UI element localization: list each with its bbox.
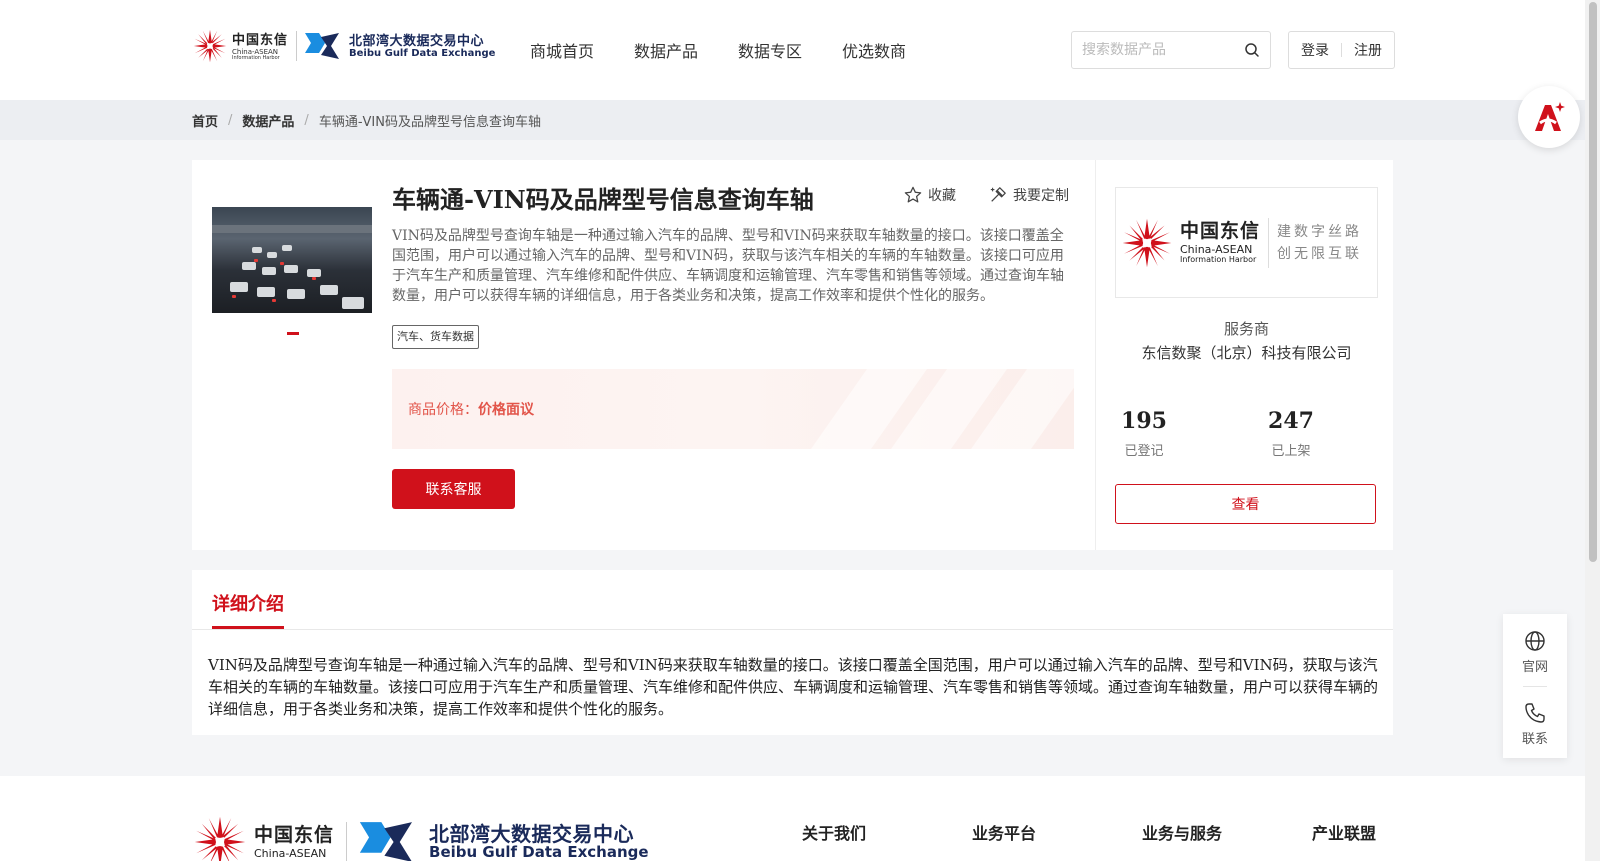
footer-logo-cn: 中国东信 xyxy=(254,823,335,846)
product-title: 车辆通-VIN码及品牌型号信息查询车轴 xyxy=(392,185,814,214)
image-indicator[interactable] xyxy=(287,332,299,335)
breadcrumb-data-products[interactable]: 数据产品 xyxy=(242,111,294,130)
vendor-logo-divider xyxy=(1268,217,1270,268)
scrollbar-thumb[interactable] xyxy=(1589,2,1597,562)
vendor-logo-en-sub: Information Harbor xyxy=(1180,254,1257,264)
login-link[interactable]: 登录 xyxy=(1301,40,1329,60)
logo-bg-en: Beibu Gulf Data Exchange xyxy=(349,48,496,60)
main-nav: 商城首页 数据产品 数据专区 优选数商 xyxy=(530,38,906,62)
customize-icon xyxy=(990,187,1006,202)
site-logo[interactable]: 中国东信 China-ASEAN Information Harbor 北部湾大… xyxy=(192,28,495,64)
product-description: VIN码及品牌型号查询车轴是一种通过输入汽车的品牌、型号和VIN码来获取车轴数量… xyxy=(392,228,1064,304)
logo-divider xyxy=(296,31,298,61)
bg-exchange-logo-icon xyxy=(305,33,340,59)
search-input[interactable] xyxy=(1082,42,1242,58)
logo-bg-cn: 北部湾大数据交易中心 xyxy=(349,34,485,50)
footer-logo-bg-en: Beibu Gulf Data Exchange xyxy=(429,842,649,861)
website-button[interactable]: 官网 xyxy=(1503,630,1567,675)
vendor-name: 东信数聚（北京）科技有限公司 xyxy=(1141,344,1352,362)
card-divider xyxy=(1095,160,1096,550)
footer-link-platform[interactable]: 业务平台 xyxy=(972,820,1142,844)
header: 中国东信 China-ASEAN Information Harbor 北部湾大… xyxy=(0,0,1585,100)
auth-divider xyxy=(1341,43,1342,57)
registered-label: 已登记 xyxy=(1124,444,1164,459)
contact-button[interactable]: 联系 xyxy=(1503,702,1567,747)
search-box xyxy=(1071,31,1271,69)
breadcrumb-separator: / xyxy=(304,113,309,128)
website-label: 官网 xyxy=(1521,660,1548,675)
breadcrumb: 首页 / 数据产品 / 车辆通-VIN码及品牌型号信息查询车轴 xyxy=(192,111,541,130)
nav-home[interactable]: 商城首页 xyxy=(530,38,594,62)
side-divider xyxy=(1523,686,1547,687)
vendor-logo-cn: 中国东信 xyxy=(1180,219,1261,242)
price-value: 价格面议 xyxy=(478,402,534,418)
details-card: 详细介绍 VIN码及品牌型号查询车轴是一种通过输入汽车的品牌、型号和VIN码来获… xyxy=(192,570,1393,735)
breadcrumb-separator: / xyxy=(228,113,233,128)
star-icon xyxy=(904,186,922,203)
favorite-label: 收藏 xyxy=(928,188,956,204)
registered-stat: 195 已登记 xyxy=(1084,408,1204,459)
bg-exchange-logo-icon xyxy=(359,822,413,861)
footer: 中国东信 China-ASEAN 北部湾大数据交易中心 Beibu Gulf D… xyxy=(0,776,1585,861)
vendor-slogan-1: 建数字丝路 xyxy=(1277,223,1363,240)
register-link[interactable]: 注册 xyxy=(1354,40,1382,60)
tab-details[interactable]: 详细介绍 xyxy=(212,590,284,616)
price-row: 商品价格：价格面议 xyxy=(408,399,534,419)
footer-link-alliance[interactable]: 产业联盟 xyxy=(1312,820,1482,844)
price-box: 商品价格：价格面议 xyxy=(392,369,1074,449)
listed-count: 247 xyxy=(1268,408,1314,434)
ai-assistant-icon xyxy=(1535,102,1565,131)
price-label: 商品价格： xyxy=(408,402,478,418)
nav-data-products[interactable]: 数据产品 xyxy=(634,38,698,62)
view-vendor-button[interactable]: 查看 xyxy=(1115,484,1376,524)
footer-links: 关于我们 业务平台 业务与服务 产业联盟 xyxy=(802,820,1482,844)
nav-preferred-vendors[interactable]: 优选数商 xyxy=(842,38,906,62)
breadcrumb-bar: 首页 / 数据产品 / 车辆通-VIN码及品牌型号信息查询车轴 xyxy=(0,100,1585,140)
vendor-logo[interactable]: 中国东信 China-ASEAN Information Harbor 建数字丝… xyxy=(1115,187,1378,298)
customize-button[interactable]: 我要定制 xyxy=(989,185,1069,205)
logo-cn-text: 中国东信 xyxy=(232,33,289,48)
vendor-label: 服务商 xyxy=(1223,320,1269,338)
product-image[interactable] xyxy=(212,207,372,313)
contact-service-button[interactable]: 联系客服 xyxy=(392,469,515,509)
burst-logo-icon xyxy=(1122,218,1172,267)
listed-label: 已上架 xyxy=(1271,444,1311,459)
tab-divider xyxy=(192,629,1393,630)
footer-logo-en: China-ASEAN xyxy=(254,846,327,860)
footer-link-services[interactable]: 业务与服务 xyxy=(1142,820,1312,844)
search-icon[interactable] xyxy=(1244,42,1260,58)
footer-logo-divider xyxy=(346,822,348,861)
auth-box: 登录 注册 xyxy=(1288,31,1395,69)
page-scrollbar[interactable] xyxy=(1585,0,1600,861)
contact-label: 联系 xyxy=(1521,732,1548,747)
burst-logo-icon xyxy=(194,816,246,861)
phone-icon xyxy=(1525,703,1545,723)
burst-logo-icon xyxy=(193,29,227,63)
customize-label: 我要定制 xyxy=(1013,188,1069,204)
breadcrumb-home[interactable]: 首页 xyxy=(192,111,218,130)
details-text: VIN码及品牌型号查询车轴是一种通过输入汽车的品牌、型号和VIN码来获取车轴数量… xyxy=(208,656,1379,718)
side-float-panel: 官网 联系 xyxy=(1503,614,1567,758)
registered-count: 195 xyxy=(1121,408,1167,434)
ai-assistant-button[interactable] xyxy=(1518,86,1580,148)
vendor-logo-en: China-ASEAN xyxy=(1180,242,1253,256)
footer-logo[interactable]: 中国东信 China-ASEAN 北部湾大数据交易中心 Beibu Gulf D… xyxy=(192,814,649,861)
logo-cn-en-sub: Information Harbor xyxy=(232,55,280,61)
globe-icon xyxy=(1525,631,1545,651)
breadcrumb-current: 车辆通-VIN码及品牌型号信息查询车轴 xyxy=(318,115,541,130)
vendor-slogan-2: 创无限互联 xyxy=(1277,245,1363,262)
listed-stat: 247 已上架 xyxy=(1231,408,1351,459)
nav-data-zone[interactable]: 数据专区 xyxy=(738,38,802,62)
footer-link-about[interactable]: 关于我们 xyxy=(802,820,972,844)
favorite-button[interactable]: 收藏 xyxy=(904,185,956,205)
product-tag[interactable]: 汽车、货车数据 xyxy=(392,325,479,349)
product-card: 车辆通-VIN码及品牌型号信息查询车轴 收藏 我要定制 VIN码及品牌型号查询车… xyxy=(192,160,1393,550)
